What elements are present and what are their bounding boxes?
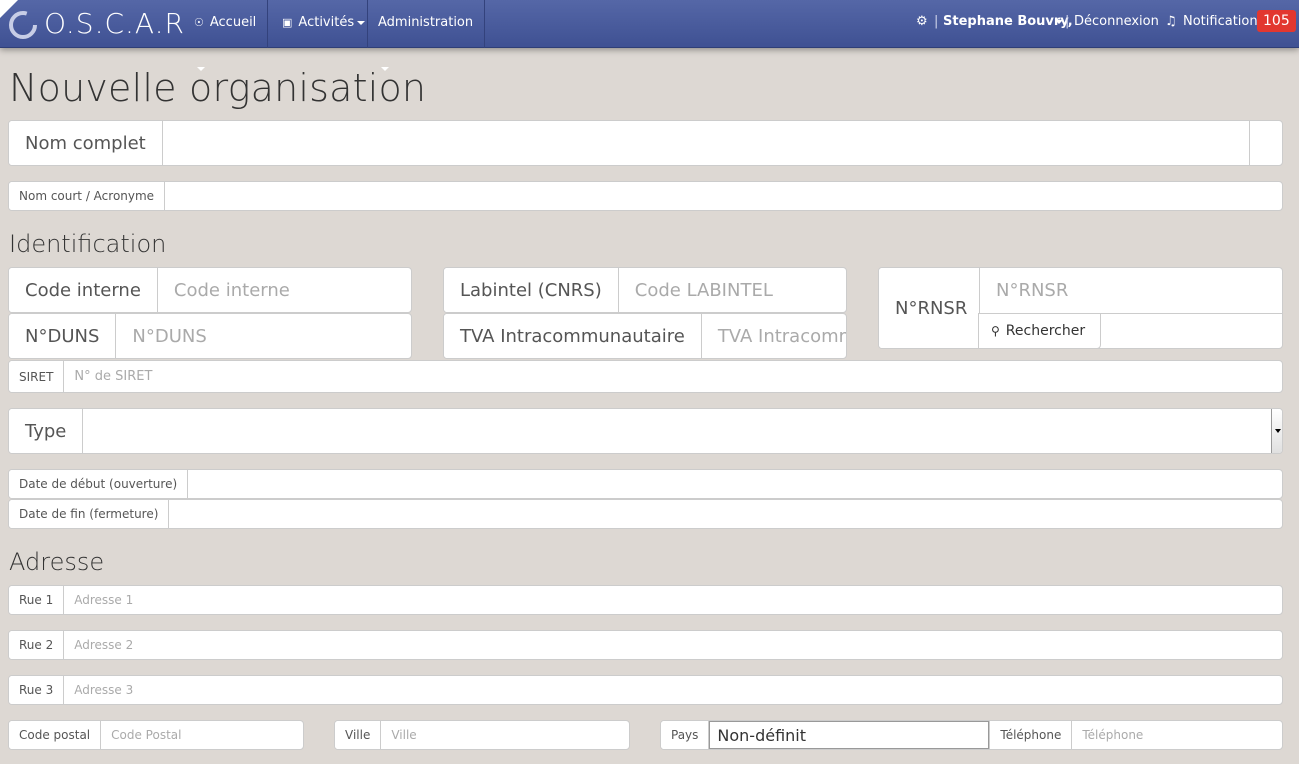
- full-name-label: Nom complet: [9, 121, 163, 165]
- rue1-label: Rue 1: [9, 586, 65, 614]
- rechercher-label: Rechercher: [1005, 323, 1086, 339]
- short-name-input[interactable]: [165, 182, 1282, 210]
- postal-group: Code postal Code Postal: [8, 720, 304, 750]
- gear-icon[interactable]: ⚙: [916, 14, 928, 29]
- nav-administration-label: Administration: [378, 15, 474, 30]
- nav-menu-administration[interactable]: Administration: [368, 0, 485, 71]
- top-navbar: O.S.C.A.R ☉ Accueil ▣ Activités Administra…: [0, 0, 1299, 71]
- date-end-input[interactable]: [169, 500, 1282, 528]
- code-interne-input[interactable]: Code interne: [158, 268, 411, 312]
- ville-label: Ville: [335, 721, 382, 749]
- code-interne-group: Code interne Code interne: [8, 267, 412, 313]
- compass-icon: ☉: [194, 16, 204, 29]
- pays-phone-group: Pays Non-définit Téléphone Téléphone: [660, 720, 1283, 750]
- labintel-label: Labintel (CNRS): [444, 268, 619, 312]
- search-icon: ⚲: [991, 324, 1000, 338]
- siret-label: SIRET: [9, 361, 65, 392]
- separator: |: [1065, 14, 1070, 29]
- caret-down-icon: [1055, 19, 1063, 24]
- nav-activites-label: Activités: [298, 15, 355, 30]
- phone-label: Téléphone: [990, 721, 1073, 749]
- date-start-label: Date de début (ouverture): [9, 470, 189, 498]
- phone-input[interactable]: Téléphone: [1072, 721, 1282, 749]
- nav-menu-accueil[interactable]: ☉ Accueil: [183, 0, 268, 71]
- postal-label: Code postal: [9, 721, 102, 749]
- logout-link[interactable]: Déconnexion: [1074, 14, 1159, 29]
- page-title: Nouvelle organisation: [9, 66, 427, 110]
- siret-input[interactable]: N° de SIRET: [64, 361, 1282, 392]
- brand-name: O.S.C.A.R: [44, 7, 185, 40]
- rue3-group: Rue 3 Adresse 3: [8, 675, 1283, 705]
- rechercher-button[interactable]: ⚲ Rechercher: [978, 313, 1101, 349]
- rue2-label: Rue 2: [9, 631, 65, 659]
- duns-group: N°DUNS N°DUNS: [8, 313, 412, 359]
- duns-input[interactable]: N°DUNS: [116, 314, 411, 358]
- pays-label: Pays: [661, 721, 710, 749]
- full-name-group: Nom complet: [8, 120, 1283, 166]
- caret-down-icon: [357, 20, 366, 25]
- notification-count-badge[interactable]: 105: [1257, 10, 1296, 32]
- date-end-label: Date de fin (fermeture): [9, 500, 170, 528]
- short-name-label: Nom court / Acronyme: [9, 182, 166, 210]
- short-name-group: Nom court / Acronyme: [8, 181, 1283, 211]
- postal-input[interactable]: Code Postal: [101, 721, 303, 749]
- rue2-group: Rue 2 Adresse 2: [8, 630, 1283, 660]
- date-end-group: Date de fin (fermeture): [8, 499, 1283, 529]
- brand[interactable]: O.S.C.A.R: [0, 0, 185, 48]
- identification-heading: Identification: [9, 230, 167, 258]
- rue1-input[interactable]: Adresse 1: [64, 586, 1282, 614]
- select-arrow-icon[interactable]: [1271, 409, 1282, 453]
- rue2-input[interactable]: Adresse 2: [64, 631, 1282, 659]
- ville-input[interactable]: Ville: [381, 721, 629, 749]
- user-menu-caret[interactable]: [1052, 14, 1063, 29]
- type-select[interactable]: [83, 409, 1282, 453]
- date-start-group: Date de début (ouverture): [8, 469, 1283, 499]
- address-heading: Adresse: [9, 548, 105, 576]
- notifications-link[interactable]: Notifications: [1183, 14, 1264, 29]
- type-label: Type: [9, 409, 84, 453]
- rue3-input[interactable]: Adresse 3: [64, 676, 1282, 704]
- separator: |: [934, 14, 939, 29]
- rue1-group: Rue 1 Adresse 1: [8, 585, 1283, 615]
- labintel-group: Labintel (CNRS) Code LABINTEL: [443, 267, 847, 313]
- date-start-input[interactable]: [188, 470, 1282, 498]
- tva-label: TVA Intracommunautaire: [444, 314, 702, 358]
- rnsr-label: N°RNSR: [879, 268, 980, 348]
- full-name-input[interactable]: [163, 121, 1249, 165]
- code-interne-label: Code interne: [9, 268, 158, 312]
- nav-menu-activites[interactable]: ▣ Activités: [268, 0, 368, 48]
- pays-select[interactable]: Non-définit: [709, 721, 991, 749]
- cube-icon: ▣: [282, 16, 293, 29]
- labintel-input[interactable]: Code LABINTEL: [619, 268, 846, 312]
- siret-group: SIRET N° de SIRET: [8, 360, 1283, 393]
- tva-group: TVA Intracommunautaire TVA Intracomm: [443, 313, 847, 359]
- ville-group: Ville Ville: [334, 720, 630, 750]
- oscar-logo-icon: [9, 11, 37, 39]
- duns-label: N°DUNS: [9, 314, 117, 358]
- type-group: Type: [8, 408, 1283, 454]
- tva-input[interactable]: TVA Intracomm: [702, 314, 846, 358]
- full-name-addon-right: [1249, 121, 1282, 165]
- bell-icon: ♫: [1165, 14, 1177, 29]
- nav-accueil-label: Accueil: [209, 15, 257, 30]
- rue3-label: Rue 3: [9, 676, 65, 704]
